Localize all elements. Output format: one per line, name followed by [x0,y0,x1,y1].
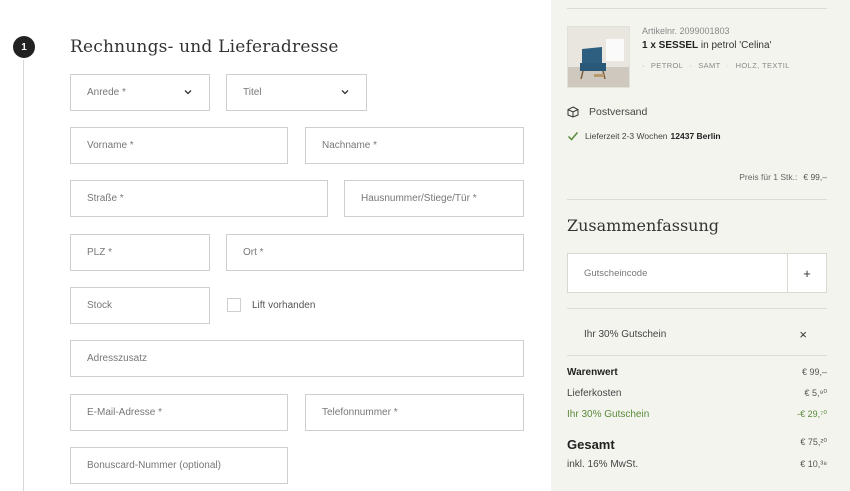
phone-field[interactable]: Telefonnummer * [305,394,524,431]
chevron-down-icon [340,87,350,97]
address-addition-placeholder: Adresszusatz [87,353,148,364]
first-name-field[interactable]: Vorname * [70,127,288,164]
plus-icon[interactable]: + [788,254,826,292]
divider [567,8,827,9]
bonuscard-placeholder: Bonuscard-Nummer (optional) [87,460,221,471]
product-attribute: SAMT [698,61,721,70]
product-thumbnail[interactable] [567,26,630,88]
discount-label: Ihr 30% Gutschein [567,409,650,420]
voucher-form: Gutscheincode + [567,253,827,293]
vat-row: inkl. 16% MwSt. € 10,³⁸ [567,459,827,470]
salutation-select[interactable]: Anrede * [70,74,210,111]
voucher-input[interactable]: Gutscheincode [568,254,788,292]
divider [567,308,827,309]
total-label: Gesamt [567,437,615,452]
discount-value: -€ 29,⁷⁰ [797,409,827,419]
page-title: Rechnungs- und Lieferadresse [70,37,339,57]
street-placeholder: Straße * [87,193,124,204]
applied-coupon-label: Ihr 30% Gutschein [584,328,667,340]
zip-field[interactable]: PLZ * [70,234,210,271]
subtotal-value: € 99,– [801,367,827,377]
city-placeholder: Ort * [243,247,264,258]
divider [567,199,827,200]
delivery-info: Lieferzeit 2-3 Wochen 12437 Berlin [567,130,721,142]
product-name[interactable]: 1 x SESSEL in petrol 'Celina' [642,40,771,51]
first-name-placeholder: Vorname * [87,140,134,151]
lift-checkbox[interactable] [227,298,241,312]
article-number: Artikelnr. 2099001803 [642,26,730,36]
unit-price: Preis für 1 Stk.: € 99,– [739,172,827,182]
floor-field[interactable]: Stock [70,287,210,324]
last-name-placeholder: Nachname * [322,140,378,151]
vat-label: inkl. 16% MwSt. [567,459,639,470]
order-summary-panel: Artikelnr. 2099001803 1 x SESSEL in petr… [551,0,850,491]
subtotal-label: Warenwert [567,367,618,378]
close-icon[interactable]: × [799,327,807,342]
house-number-placeholder: Hausnummer/Stiege/Tür * [361,193,477,204]
shipping-method: Postversand [567,106,647,118]
last-name-field[interactable]: Nachname * [305,127,524,164]
voucher-placeholder: Gutscheincode [584,267,648,279]
street-field[interactable]: Straße * [70,180,328,217]
bonuscard-field[interactable]: Bonuscard-Nummer (optional) [70,447,288,484]
shipping-cost-label: Lieferkosten [567,388,622,399]
product-variant: in petrol 'Celina' [700,40,772,51]
unit-price-value: € 99,– [803,172,827,182]
total-row: Gesamt € 75,²⁰ [567,437,827,452]
total-value: € 75,²⁰ [800,437,827,447]
product-attribute: PETROL [650,61,684,70]
vat-value: € 10,³⁸ [800,459,827,469]
delivery-time: Lieferzeit 2-3 Wochen [585,131,668,141]
email-placeholder: E-Mail-Adresse * [87,407,163,418]
address-addition-field[interactable]: Adresszusatz [70,340,524,377]
phone-placeholder: Telefonnummer * [322,407,398,418]
summary-title: Zusammenfassung [567,216,720,235]
step-timeline-line [23,60,24,491]
house-number-field[interactable]: Hausnummer/Stiege/Tür * [344,180,524,217]
product-attribute: HOLZ, TEXTIL [735,61,790,70]
package-icon [567,106,579,118]
shipping-method-label: Postversand [589,106,648,118]
zip-placeholder: PLZ * [87,247,113,258]
subtotal-row: Warenwert € 99,– [567,367,827,378]
delivery-location: 12437 Berlin [670,131,721,141]
check-icon [567,130,579,142]
unit-price-label: Preis für 1 Stk.: [739,172,798,182]
shipping-cost-value: € 5,⁹⁰ [804,388,827,398]
title-select[interactable]: Titel [226,74,367,111]
divider [567,355,827,356]
separator-dot-icon: · [726,61,730,70]
bullet-dot-icon: · [642,61,645,70]
floor-placeholder: Stock [87,300,113,311]
product-attributes: · PETROL · SAMT · HOLZ, TEXTIL [642,61,790,70]
lift-checkbox-label: Lift vorhanden [252,299,316,311]
step-number-badge: 1 [13,36,35,58]
chevron-down-icon [183,87,193,97]
lift-checkbox-group[interactable]: Lift vorhanden [227,298,315,312]
applied-coupon: Ihr 30% Gutschein × [567,324,827,344]
separator-dot-icon: · [689,61,693,70]
shipping-cost-row: Lieferkosten € 5,⁹⁰ [567,388,827,399]
city-field[interactable]: Ort * [226,234,524,271]
product-qty-name: 1 x SESSEL [642,40,699,51]
discount-row: Ihr 30% Gutschein -€ 29,⁷⁰ [567,409,827,420]
email-field[interactable]: E-Mail-Adresse * [70,394,288,431]
